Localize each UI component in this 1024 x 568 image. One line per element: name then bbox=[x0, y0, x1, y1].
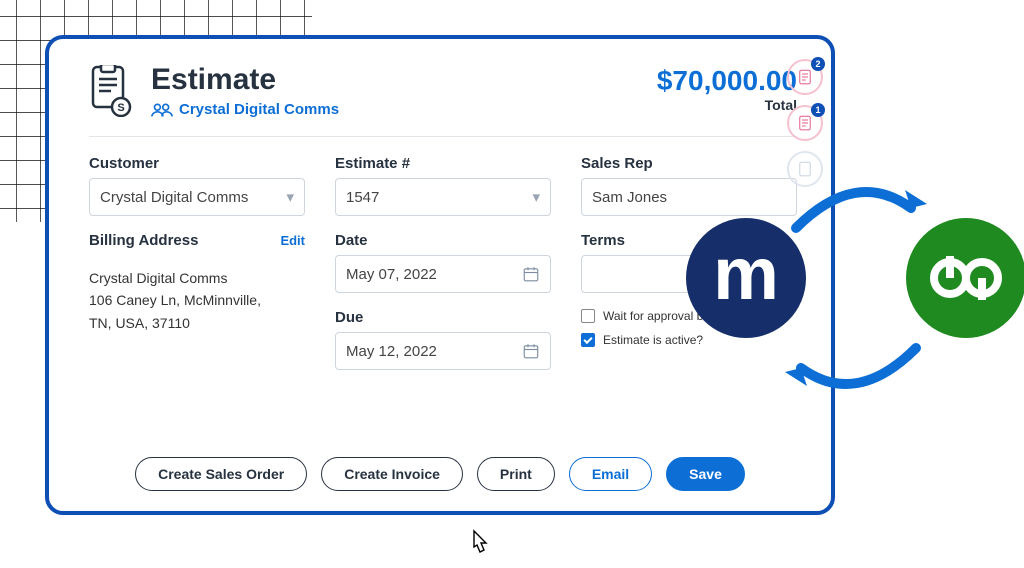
estimate-doc-icon: S bbox=[89, 65, 135, 117]
quickbooks-logo-icon bbox=[906, 218, 1024, 338]
print-button[interactable]: Print bbox=[477, 457, 555, 491]
customers-icon bbox=[151, 102, 173, 118]
doc-badge[interactable]: 2 bbox=[787, 59, 823, 95]
doc-badge[interactable]: 1 bbox=[787, 105, 823, 141]
checkbox-checked-icon bbox=[581, 333, 595, 347]
svg-text:S: S bbox=[117, 102, 124, 114]
chevron-down-icon: ▾ bbox=[532, 188, 540, 206]
badge-count: 1 bbox=[811, 103, 825, 117]
customer-name: Crystal Digital Comms bbox=[179, 101, 339, 118]
method-logo-icon: m bbox=[686, 218, 806, 338]
header: S Estimate Crystal Digital Comms $70,000… bbox=[89, 65, 797, 137]
footer-actions: Create Sales Order Create Invoice Print … bbox=[49, 457, 831, 491]
create-sales-order-button[interactable]: Create Sales Order bbox=[135, 457, 307, 491]
calendar-icon bbox=[522, 265, 540, 283]
sync-arrow-bottom-icon bbox=[781, 338, 931, 398]
date-input[interactable]: May 07, 2022 bbox=[335, 255, 551, 293]
sync-graphic: m bbox=[686, 178, 1024, 398]
due-label: Due bbox=[335, 309, 551, 326]
doc-badges: 2 1 bbox=[787, 59, 823, 187]
rep-label: Sales Rep bbox=[581, 155, 797, 172]
create-invoice-button[interactable]: Create Invoice bbox=[321, 457, 463, 491]
billing-address: Crystal Digital Comms 106 Caney Ln, McMi… bbox=[89, 267, 305, 334]
estimate-no-label: Estimate # bbox=[335, 155, 551, 172]
customer-link[interactable]: Crystal Digital Comms bbox=[151, 101, 339, 118]
estimate-no-select[interactable]: 1547 ▾ bbox=[335, 178, 551, 216]
customer-select[interactable]: Crystal Digital Comms ▾ bbox=[89, 178, 305, 216]
sync-arrow-top-icon bbox=[781, 178, 931, 238]
edit-billing-link[interactable]: Edit bbox=[280, 233, 305, 248]
customer-label: Customer bbox=[89, 155, 305, 172]
save-button[interactable]: Save bbox=[666, 457, 745, 491]
total-amount: $70,000.00 bbox=[657, 65, 797, 97]
cursor-pointer-icon bbox=[465, 529, 495, 563]
due-input[interactable]: May 12, 2022 bbox=[335, 332, 551, 370]
page-title: Estimate bbox=[151, 65, 339, 95]
calendar-icon bbox=[522, 342, 540, 360]
billing-label: Billing Address Edit bbox=[89, 232, 305, 249]
date-label: Date bbox=[335, 232, 551, 249]
email-button[interactable]: Email bbox=[569, 457, 652, 491]
total-label: Total bbox=[657, 97, 797, 113]
checkbox-icon bbox=[581, 309, 595, 323]
chevron-down-icon: ▾ bbox=[286, 188, 294, 206]
badge-count: 2 bbox=[811, 57, 825, 71]
